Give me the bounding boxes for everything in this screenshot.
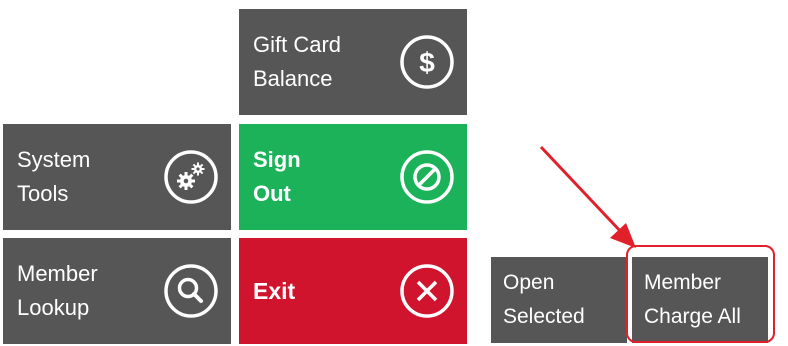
member-lookup-tile[interactable]: Member Lookup (3, 238, 231, 344)
dollar-circle-icon: $ (399, 34, 455, 90)
close-circle-icon (399, 263, 455, 319)
prohibited-circle-icon (399, 149, 455, 205)
system-tools-label: System Tools (17, 143, 90, 211)
member-lookup-label-line2: Lookup (17, 295, 90, 320)
exit-label: Exit (253, 278, 296, 304)
member-lookup-label-line1: Member (17, 261, 98, 286)
sign-out-label: Sign Out (253, 143, 301, 211)
open-selected-button[interactable]: Open Selected (491, 257, 627, 343)
exit-tile[interactable]: Exit (239, 238, 467, 344)
open-selected-label-line1: Open (503, 271, 555, 294)
gift-card-balance-label: Gift Card Balance (253, 28, 341, 96)
gift-card-balance-label-line2: Balance (253, 66, 333, 91)
sign-out-tile[interactable]: Sign Out (239, 124, 467, 230)
member-lookup-label: Member Lookup (17, 257, 98, 325)
open-selected-label-line2: Selected (503, 305, 585, 328)
sign-out-label-line1: Sign (253, 147, 301, 172)
gift-card-balance-tile[interactable]: Gift Card Balance $ (239, 9, 467, 115)
open-selected-label: Open Selected (503, 266, 585, 334)
gift-card-balance-label-line1: Gift Card (253, 32, 342, 57)
system-tools-label-line1: System (17, 147, 91, 172)
gears-circle-icon (163, 149, 219, 205)
member-charge-all-label-line2: Charge All (644, 305, 741, 328)
member-charge-all-label-line1: Member (644, 271, 722, 294)
system-tools-label-line2: Tools (17, 181, 69, 206)
svg-text:$: $ (419, 47, 435, 78)
system-tools-tile[interactable]: System Tools (3, 124, 231, 230)
sign-out-label-line2: Out (253, 181, 291, 206)
search-circle-icon (163, 263, 219, 319)
member-charge-all-button[interactable]: Member Charge All (632, 257, 768, 343)
member-charge-all-label: Member Charge All (644, 266, 741, 334)
